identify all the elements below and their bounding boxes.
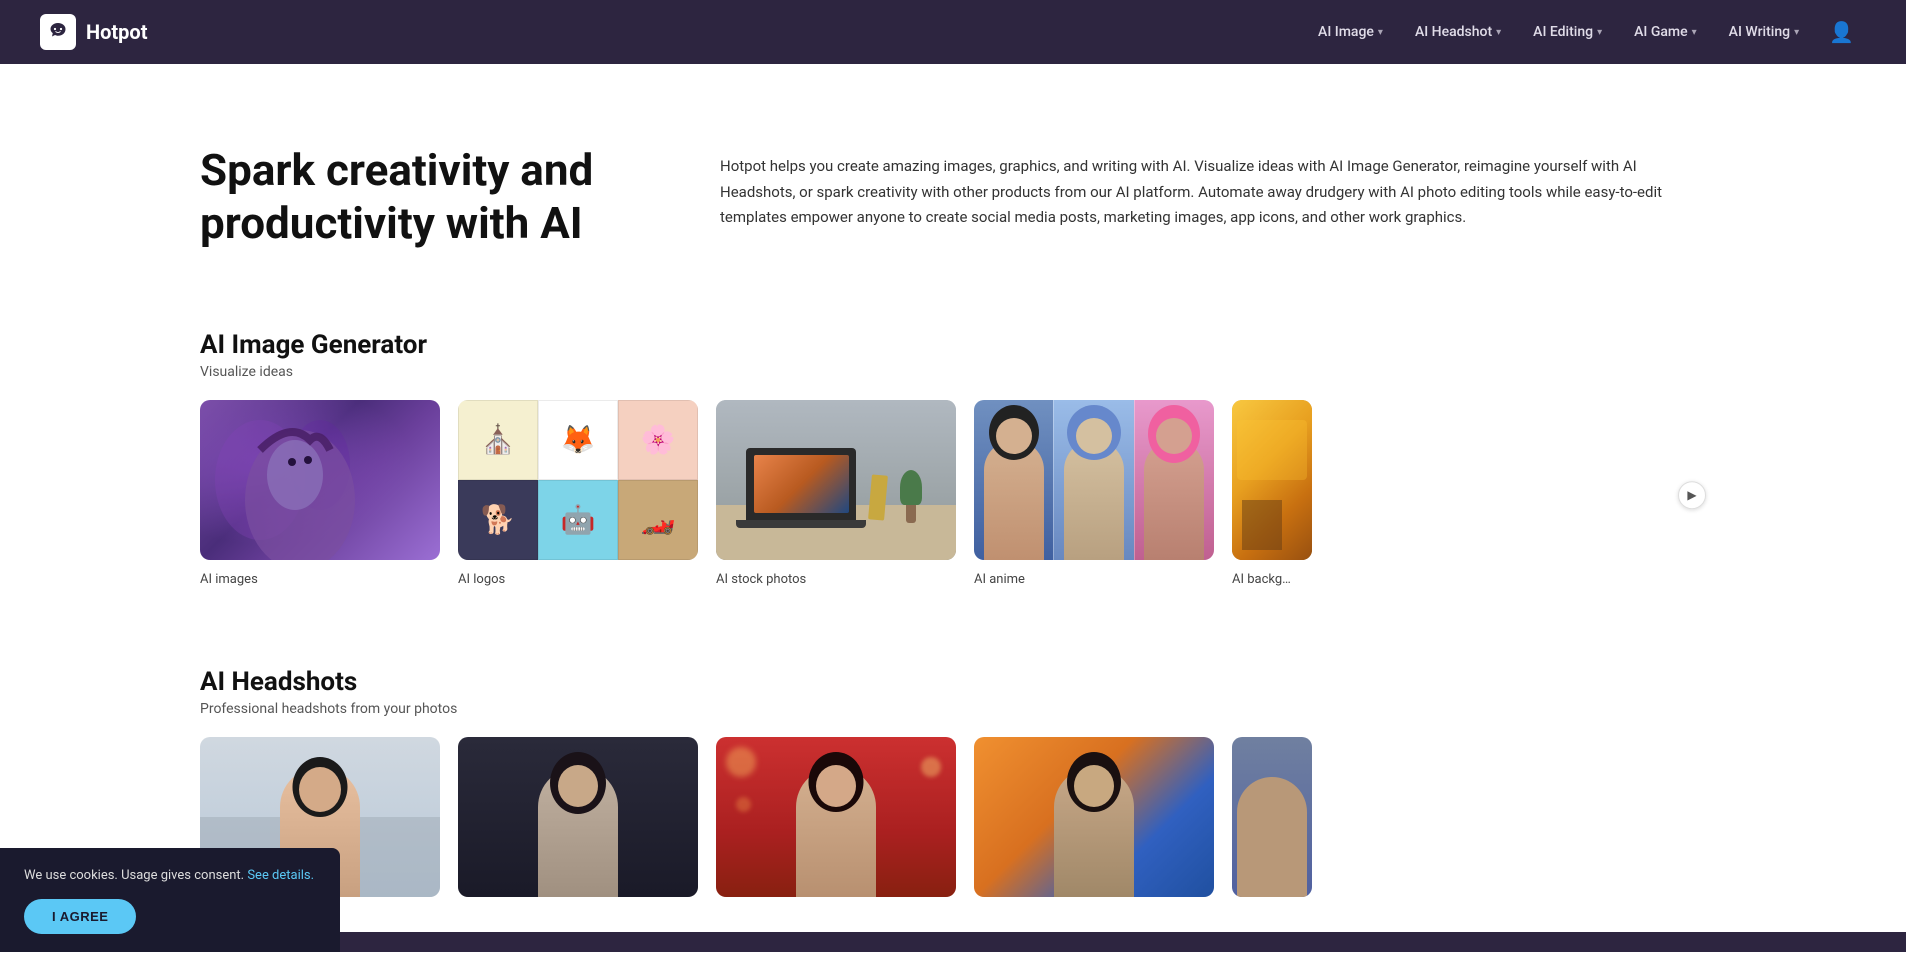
card-image-ai-images bbox=[200, 400, 440, 560]
hero-description: Hotpot helps you create amazing images, … bbox=[720, 154, 1706, 231]
card-label-ai-stock: AI stock photos bbox=[716, 572, 806, 587]
chevron-down-icon: ▾ bbox=[1597, 27, 1602, 38]
logo-link[interactable]: Hotpot bbox=[40, 14, 147, 50]
card-image-headshot-5 bbox=[1232, 737, 1312, 897]
card-image-headshot-3 bbox=[716, 737, 956, 897]
nav-item-ai-image[interactable]: AI Image ▾ bbox=[1304, 16, 1397, 48]
nav-item-ai-writing[interactable]: AI Writing ▾ bbox=[1715, 16, 1813, 48]
hero-right: Hotpot helps you create amazing images, … bbox=[720, 144, 1706, 231]
card-label-ai-images: AI images bbox=[200, 572, 258, 587]
nav-item-ai-headshot[interactable]: AI Headshot ▾ bbox=[1401, 16, 1515, 48]
card-ai-background[interactable]: AI backg… bbox=[1232, 400, 1312, 587]
card-image-headshot-2 bbox=[458, 737, 698, 897]
headshot-cards-row bbox=[200, 737, 1706, 915]
bg-image-placeholder bbox=[1232, 400, 1312, 560]
card-image-headshot-4 bbox=[974, 737, 1214, 897]
hero-title: Spark creativity and productivity with A… bbox=[200, 144, 660, 250]
logo-cell-flower: 🌸 bbox=[618, 400, 698, 480]
ai-image-subtitle: Visualize ideas bbox=[200, 364, 1706, 380]
nav-menu: AI Image ▾ AI Headshot ▾ AI Editing ▾ AI… bbox=[1304, 12, 1866, 52]
logo-text: Hotpot bbox=[86, 20, 147, 44]
card-ai-stock[interactable]: AI stock photos bbox=[716, 400, 956, 587]
nav-item-ai-editing[interactable]: AI Editing ▾ bbox=[1519, 16, 1616, 48]
logo-cell-fox: 🦊 bbox=[538, 400, 618, 480]
card-label-ai-logos: AI logos bbox=[458, 572, 505, 587]
ai-headshots-title: AI Headshots bbox=[200, 667, 1706, 697]
card-image-ai-logos: ⛪ 🦊 🌸 🐕 🤖 🏎️ bbox=[458, 400, 698, 560]
cookie-text: We use cookies. Usage gives consent. See… bbox=[24, 866, 316, 886]
card-label-ai-background: AI backg… bbox=[1232, 572, 1291, 587]
chevron-down-icon: ▾ bbox=[1794, 27, 1799, 38]
card-headshot-3[interactable] bbox=[716, 737, 956, 905]
fantasy-image-placeholder bbox=[200, 400, 440, 560]
logo-cell-corgi: 🐕 bbox=[458, 480, 538, 560]
ai-headshots-subtitle: Professional headshots from your photos bbox=[200, 701, 1706, 717]
cookie-agree-button[interactable]: I AGREE bbox=[24, 899, 136, 934]
ai-image-title: AI Image Generator bbox=[200, 330, 1706, 360]
cookie-banner: We use cookies. Usage gives consent. See… bbox=[0, 848, 340, 953]
logo-cell-car: 🏎️ bbox=[618, 480, 698, 560]
scroll-right-arrow[interactable]: ▶ bbox=[1678, 481, 1706, 509]
stock-image-placeholder bbox=[716, 400, 956, 560]
image-cards-row: AI images ⛪ 🦊 🌸 🐕 🤖 🏎️ AI logos bbox=[200, 400, 1706, 597]
cookie-details-link[interactable]: See details. bbox=[247, 868, 314, 883]
card-headshot-2[interactable] bbox=[458, 737, 698, 905]
card-image-ai-stock bbox=[716, 400, 956, 560]
logo-icon bbox=[40, 14, 76, 50]
chevron-down-icon: ▾ bbox=[1378, 27, 1383, 38]
chevron-down-icon: ▾ bbox=[1692, 27, 1697, 38]
card-headshot-5[interactable] bbox=[1232, 737, 1312, 905]
image-cards-wrapper: AI images ⛪ 🦊 🌸 🐕 🤖 🏎️ AI logos bbox=[200, 400, 1706, 597]
card-ai-logos[interactable]: ⛪ 🦊 🌸 🐕 🤖 🏎️ AI logos bbox=[458, 400, 698, 587]
logo-cell-church: ⛪ bbox=[458, 400, 538, 480]
navbar: Hotpot AI Image ▾ AI Headshot ▾ AI Editi… bbox=[0, 0, 1906, 64]
card-ai-images[interactable]: AI images bbox=[200, 400, 440, 587]
nav-item-ai-game[interactable]: AI Game ▾ bbox=[1620, 16, 1711, 48]
card-image-ai-anime bbox=[974, 400, 1214, 560]
logo-cell-robot: 🤖 bbox=[538, 480, 618, 560]
card-headshot-4[interactable] bbox=[974, 737, 1214, 905]
card-ai-anime[interactable]: AI anime bbox=[974, 400, 1214, 587]
user-icon[interactable]: 👤 bbox=[1817, 12, 1866, 52]
anime-image-placeholder bbox=[974, 400, 1214, 560]
card-label-ai-anime: AI anime bbox=[974, 572, 1025, 587]
logos-grid-placeholder: ⛪ 🦊 🌸 🐕 🤖 🏎️ bbox=[458, 400, 698, 560]
hero-left: Spark creativity and productivity with A… bbox=[200, 144, 660, 250]
card-image-ai-background bbox=[1232, 400, 1312, 560]
headshot-cards-wrapper bbox=[200, 737, 1706, 915]
chevron-down-icon: ▾ bbox=[1496, 27, 1501, 38]
hero-section: Spark creativity and productivity with A… bbox=[0, 64, 1906, 310]
ai-image-section: AI Image Generator Visualize ideas bbox=[0, 310, 1906, 637]
